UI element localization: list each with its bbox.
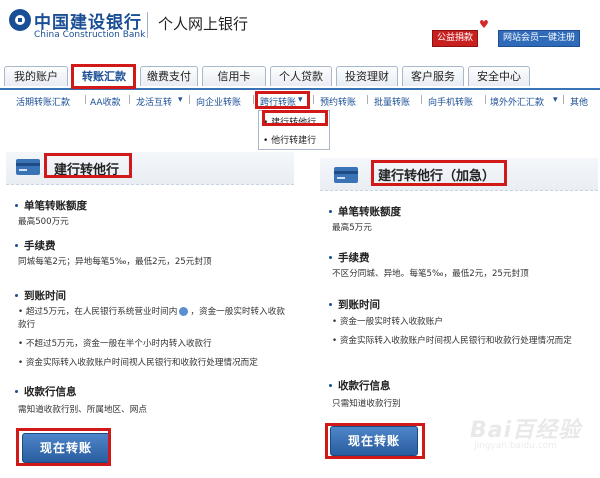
main-tab-bar: 我的账户 转账汇款 缴费支付 信用卡 个人贷款 投资理财 客户服务 安全中心	[0, 66, 600, 90]
fee-value: 同城每笔2元；异地每笔5‰，最低2元，25元封顶	[18, 257, 212, 267]
subnav-longhuo[interactable]: 龙活互转	[136, 95, 172, 108]
subnav-current-transfer[interactable]: 活期转账汇款	[16, 95, 70, 108]
section-heading-arrival: 到账时间	[338, 299, 380, 311]
subnav-separator: |	[562, 95, 566, 105]
subnav-separator: |	[84, 95, 88, 105]
payee-bank-value: 只需知道收款行别	[332, 399, 401, 409]
baidu-watermark: Bai百经验	[470, 418, 582, 443]
subnav-interbank[interactable]: 跨行转账	[260, 95, 296, 108]
baidu-watermark-url: jingyan.baidu.com	[474, 441, 558, 451]
subnav-other[interactable]: 其他	[570, 95, 588, 108]
bullet-icon	[329, 210, 332, 213]
help-icon[interactable]	[179, 307, 189, 316]
bullet-icon	[15, 244, 18, 247]
panel-title: 建行转他行	[54, 163, 120, 178]
fee-value: 不区分同城、异地。每笔5‰，最低2元，25元封顶	[332, 269, 529, 279]
section-heading-limit: 单笔转账额度	[24, 200, 87, 212]
bullet-icon	[15, 294, 18, 297]
panel-title: 建行转他行（加急）	[378, 169, 496, 184]
limit-value: 最高5万元	[332, 223, 372, 233]
section-heading-fee: 手续费	[338, 252, 370, 264]
arrival-line-1-cont: 款行	[18, 320, 36, 330]
subnav-to-mobile[interactable]: 向手机转账	[428, 95, 473, 108]
subnav-separator: |	[366, 95, 370, 105]
subnav-separator: |	[252, 95, 256, 105]
panel-header: 建行转他行	[6, 152, 294, 185]
site-title: 个人网上银行	[158, 15, 249, 33]
payee-bank-value: 需知道收款行别、所属地区、网点	[18, 405, 147, 415]
arrival-line-1: • 资金一般实时转入收款账户	[332, 317, 443, 327]
transfer-now-button[interactable]: 现在转账	[22, 433, 110, 463]
subnav-separator: |	[188, 95, 192, 105]
sub-nav: 活期转账汇款 | AA收款 | 龙活互转 ▾ | 向企业转账 | 跨行转账 ▾ …	[0, 90, 600, 112]
subnav-scheduled[interactable]: 预约转账	[320, 95, 356, 108]
panel-header: 建行转他行（加急）	[320, 158, 598, 191]
tab-credit-card[interactable]: 信用卡	[202, 66, 266, 86]
subnav-to-enterprise[interactable]: 向企业转账	[196, 95, 241, 108]
header-divider	[147, 12, 148, 38]
subnav-aa-collect[interactable]: AA收款	[90, 95, 121, 108]
subnav-batch[interactable]: 批量转账	[374, 95, 410, 108]
arrival-line-3: • 资金实际转入收款账户时间视人民银行和收款行处理情况而定	[18, 358, 258, 368]
arrival-line-2: • 不超过5万元，资金一般在半个小时内转入收款行	[18, 339, 212, 349]
panel-ccb-to-other: 建行转他行 单笔转账额度 最高500万元 手续费 同城每笔2元；异地每笔5‰，最…	[6, 152, 294, 472]
arrival-line-2: • 资金实际转入收款账户时间视人民银行和收款行处理情况而定	[332, 336, 572, 346]
tab-personal-loan[interactable]: 个人贷款	[270, 66, 332, 86]
section-heading-arrival: 到账时间	[24, 290, 66, 302]
tab-payment[interactable]: 缴费支付	[140, 66, 198, 86]
chevron-down-icon: ▾	[553, 95, 558, 105]
heart-icon: ♥	[479, 18, 489, 31]
dropdown-item-ccb-to-other[interactable]: • 建行转他行	[263, 115, 316, 128]
donate-button[interactable]: 公益捐款	[432, 30, 479, 47]
bank-card-icon	[16, 159, 40, 175]
chevron-down-icon: ▾	[298, 95, 303, 105]
subnav-overseas[interactable]: 境外外汇汇款	[490, 95, 544, 108]
subnav-separator: |	[484, 95, 488, 105]
ccb-logo-icon	[9, 9, 31, 31]
tab-transfer[interactable]: 转账汇款	[72, 66, 136, 86]
bullet-icon	[15, 204, 18, 207]
interbank-dropdown: • 建行转他行 • 他行转建行	[258, 110, 330, 150]
bullet-icon	[329, 256, 332, 259]
arrival-line-1: • 超过5万元，在人民银行系统营业时间内 ，资金一般实时转入收款	[18, 307, 285, 317]
tab-investment[interactable]: 投资理财	[336, 66, 398, 86]
member-register-button[interactable]: 网站会员一键注册	[498, 30, 581, 47]
chevron-down-icon: ▾	[178, 95, 183, 105]
transfer-now-urgent-button[interactable]: 现在转账	[330, 426, 418, 456]
subnav-separator: |	[128, 95, 132, 105]
bank-card-icon	[334, 167, 358, 183]
section-heading-limit: 单笔转账额度	[338, 206, 401, 218]
limit-value: 最高500万元	[18, 217, 69, 227]
bullet-icon	[329, 303, 332, 306]
bullet-icon	[329, 384, 332, 387]
bank-name-en: China Construction Bank	[34, 30, 146, 40]
dropdown-item-other-to-ccb[interactable]: • 他行转建行	[263, 133, 316, 146]
bullet-icon	[15, 390, 18, 393]
section-heading-payee-bank: 收款行信息	[24, 386, 77, 398]
tab-my-account[interactable]: 我的账户	[4, 66, 68, 86]
section-heading-payee-bank: 收款行信息	[338, 380, 391, 392]
section-heading-fee: 手续费	[24, 240, 56, 252]
tab-customer-service[interactable]: 客户服务	[402, 66, 464, 86]
subnav-separator: |	[420, 95, 424, 105]
subnav-separator: |	[312, 95, 316, 105]
header: 中国建设银行 China Construction Bank 个人网上银行 公益…	[0, 0, 600, 64]
tab-security-center[interactable]: 安全中心	[468, 66, 530, 86]
